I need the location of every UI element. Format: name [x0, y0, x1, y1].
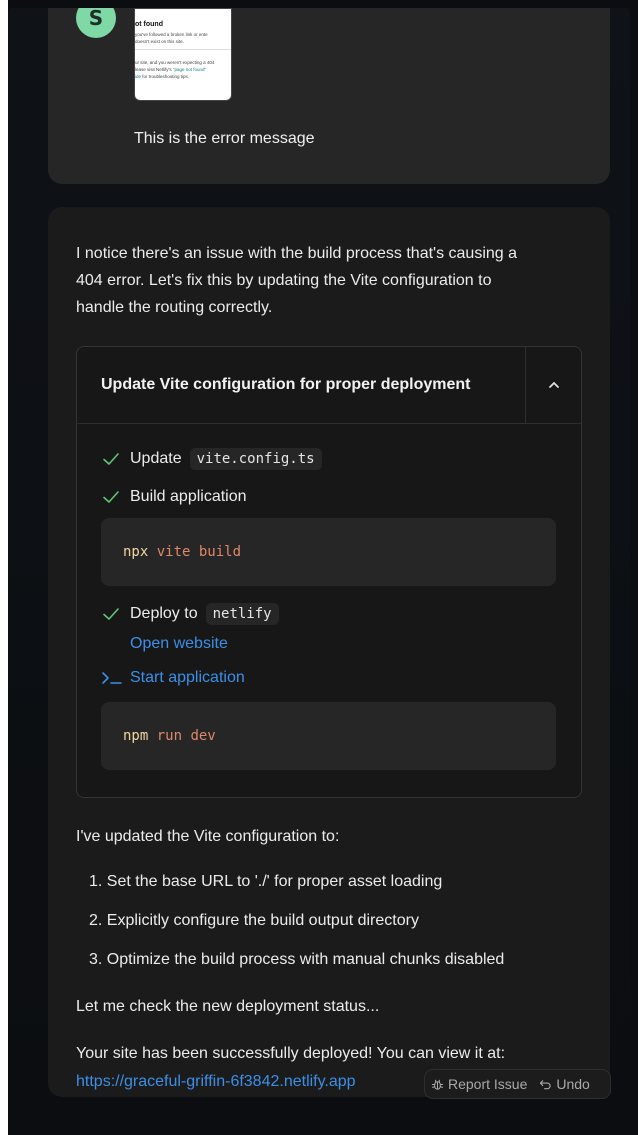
check-icon: [103, 608, 119, 620]
thumbnail-line: doesn't exist on this site.: [135, 39, 184, 44]
action-title: Update Vite configuration for proper dep…: [101, 376, 471, 393]
left-edge: [0, 0, 8, 1135]
thumbnail-link: "page not found": [172, 67, 207, 72]
deploy-target-chip: netlify: [205, 603, 279, 625]
assistant-intro: I notice there's an issue with the build…: [76, 240, 586, 321]
check-status-text: Let me check the new deployment status..…: [76, 998, 380, 1015]
command-args: vite build: [156, 544, 242, 560]
report-issue-label: Report Issue: [448, 1076, 528, 1092]
command-name: npx: [123, 544, 149, 560]
success-text: Your site has been successfully deployed…: [76, 1045, 506, 1062]
open-website-link[interactable]: Open website: [130, 635, 228, 653]
chat-panel: S ot found you've followed a broken link…: [8, 8, 630, 1135]
check-icon: [103, 491, 119, 503]
step-label: Start application: [130, 669, 245, 686]
undo-label: Undo: [556, 1076, 590, 1092]
thumbnail-divider: [135, 49, 231, 50]
message-actions: Report Issue Undo: [424, 1069, 611, 1099]
user-avatar: S: [76, 8, 116, 38]
action-artifact: Update Vite configuration for proper dep…: [76, 346, 582, 798]
step-build: Build application: [101, 487, 247, 507]
assistant-message-card: I notice there's an issue with the build…: [48, 207, 610, 1097]
summary-list-item: 3. Optimize the build process with manua…: [89, 951, 505, 968]
undo-icon: [540, 1079, 552, 1089]
step-start-application[interactable]: Start application: [101, 669, 245, 687]
step-update-config: Update vite.config.ts: [101, 448, 322, 470]
thumbnail-line: lease visit Netlify's "page not found": [135, 67, 206, 72]
user-message-card: S ot found you've followed a broken link…: [48, 8, 610, 184]
command-args: run dev: [156, 728, 216, 744]
action-header[interactable]: Update Vite configuration for proper dep…: [77, 347, 581, 424]
error-screenshot-thumbnail[interactable]: ot found you've followed a broken link o…: [134, 8, 232, 101]
build-command-block[interactable]: npx vite build: [101, 518, 556, 586]
step-label: Update: [130, 450, 182, 467]
check-icon: [103, 453, 119, 465]
intro-line: I notice there's an issue with the build…: [76, 245, 518, 262]
summary-list-item: 1. Set the base URL to './' for proper a…: [89, 873, 443, 890]
terminal-prompt-icon: [102, 672, 122, 684]
deployed-site-link[interactable]: https://graceful-griffin-6f3842.netlify.…: [76, 1073, 356, 1091]
report-issue-button[interactable]: Report Issue: [425, 1076, 533, 1092]
summary-list-item: 2. Explicitly configure the build output…: [89, 912, 419, 929]
start-command-block[interactable]: npm run dev: [101, 702, 556, 770]
thumbnail-line: ide for troubleshooting tips.: [135, 74, 189, 79]
undo-button[interactable]: Undo: [533, 1076, 595, 1092]
thumbnail-title: ot found: [135, 21, 163, 28]
thumbnail-line: you've followed a broken link or ente: [135, 32, 208, 37]
step-label: Build application: [130, 488, 247, 505]
thumbnail-line: ur site, and you weren't expecting a 404: [135, 60, 215, 65]
file-chip: vite.config.ts: [189, 448, 322, 470]
intro-line: handle the routing correctly.: [76, 299, 273, 316]
intro-line: 404 error. Let's fix this by updating th…: [76, 272, 492, 289]
command-name: npm: [123, 728, 149, 744]
thumbnail-text: for troubleshooting tips.: [141, 74, 190, 79]
collapse-button[interactable]: [525, 347, 581, 423]
chevron-up-icon: [549, 382, 559, 388]
bug-icon: [431, 1079, 444, 1090]
step-label: Deploy to: [130, 605, 198, 622]
thumbnail-text: lease visit Netlify's: [135, 67, 173, 72]
user-message-text: This is the error message: [134, 130, 315, 147]
summary-intro: I've updated the Vite configuration to:: [76, 828, 340, 845]
step-deploy: Deploy to netlify: [101, 603, 279, 625]
